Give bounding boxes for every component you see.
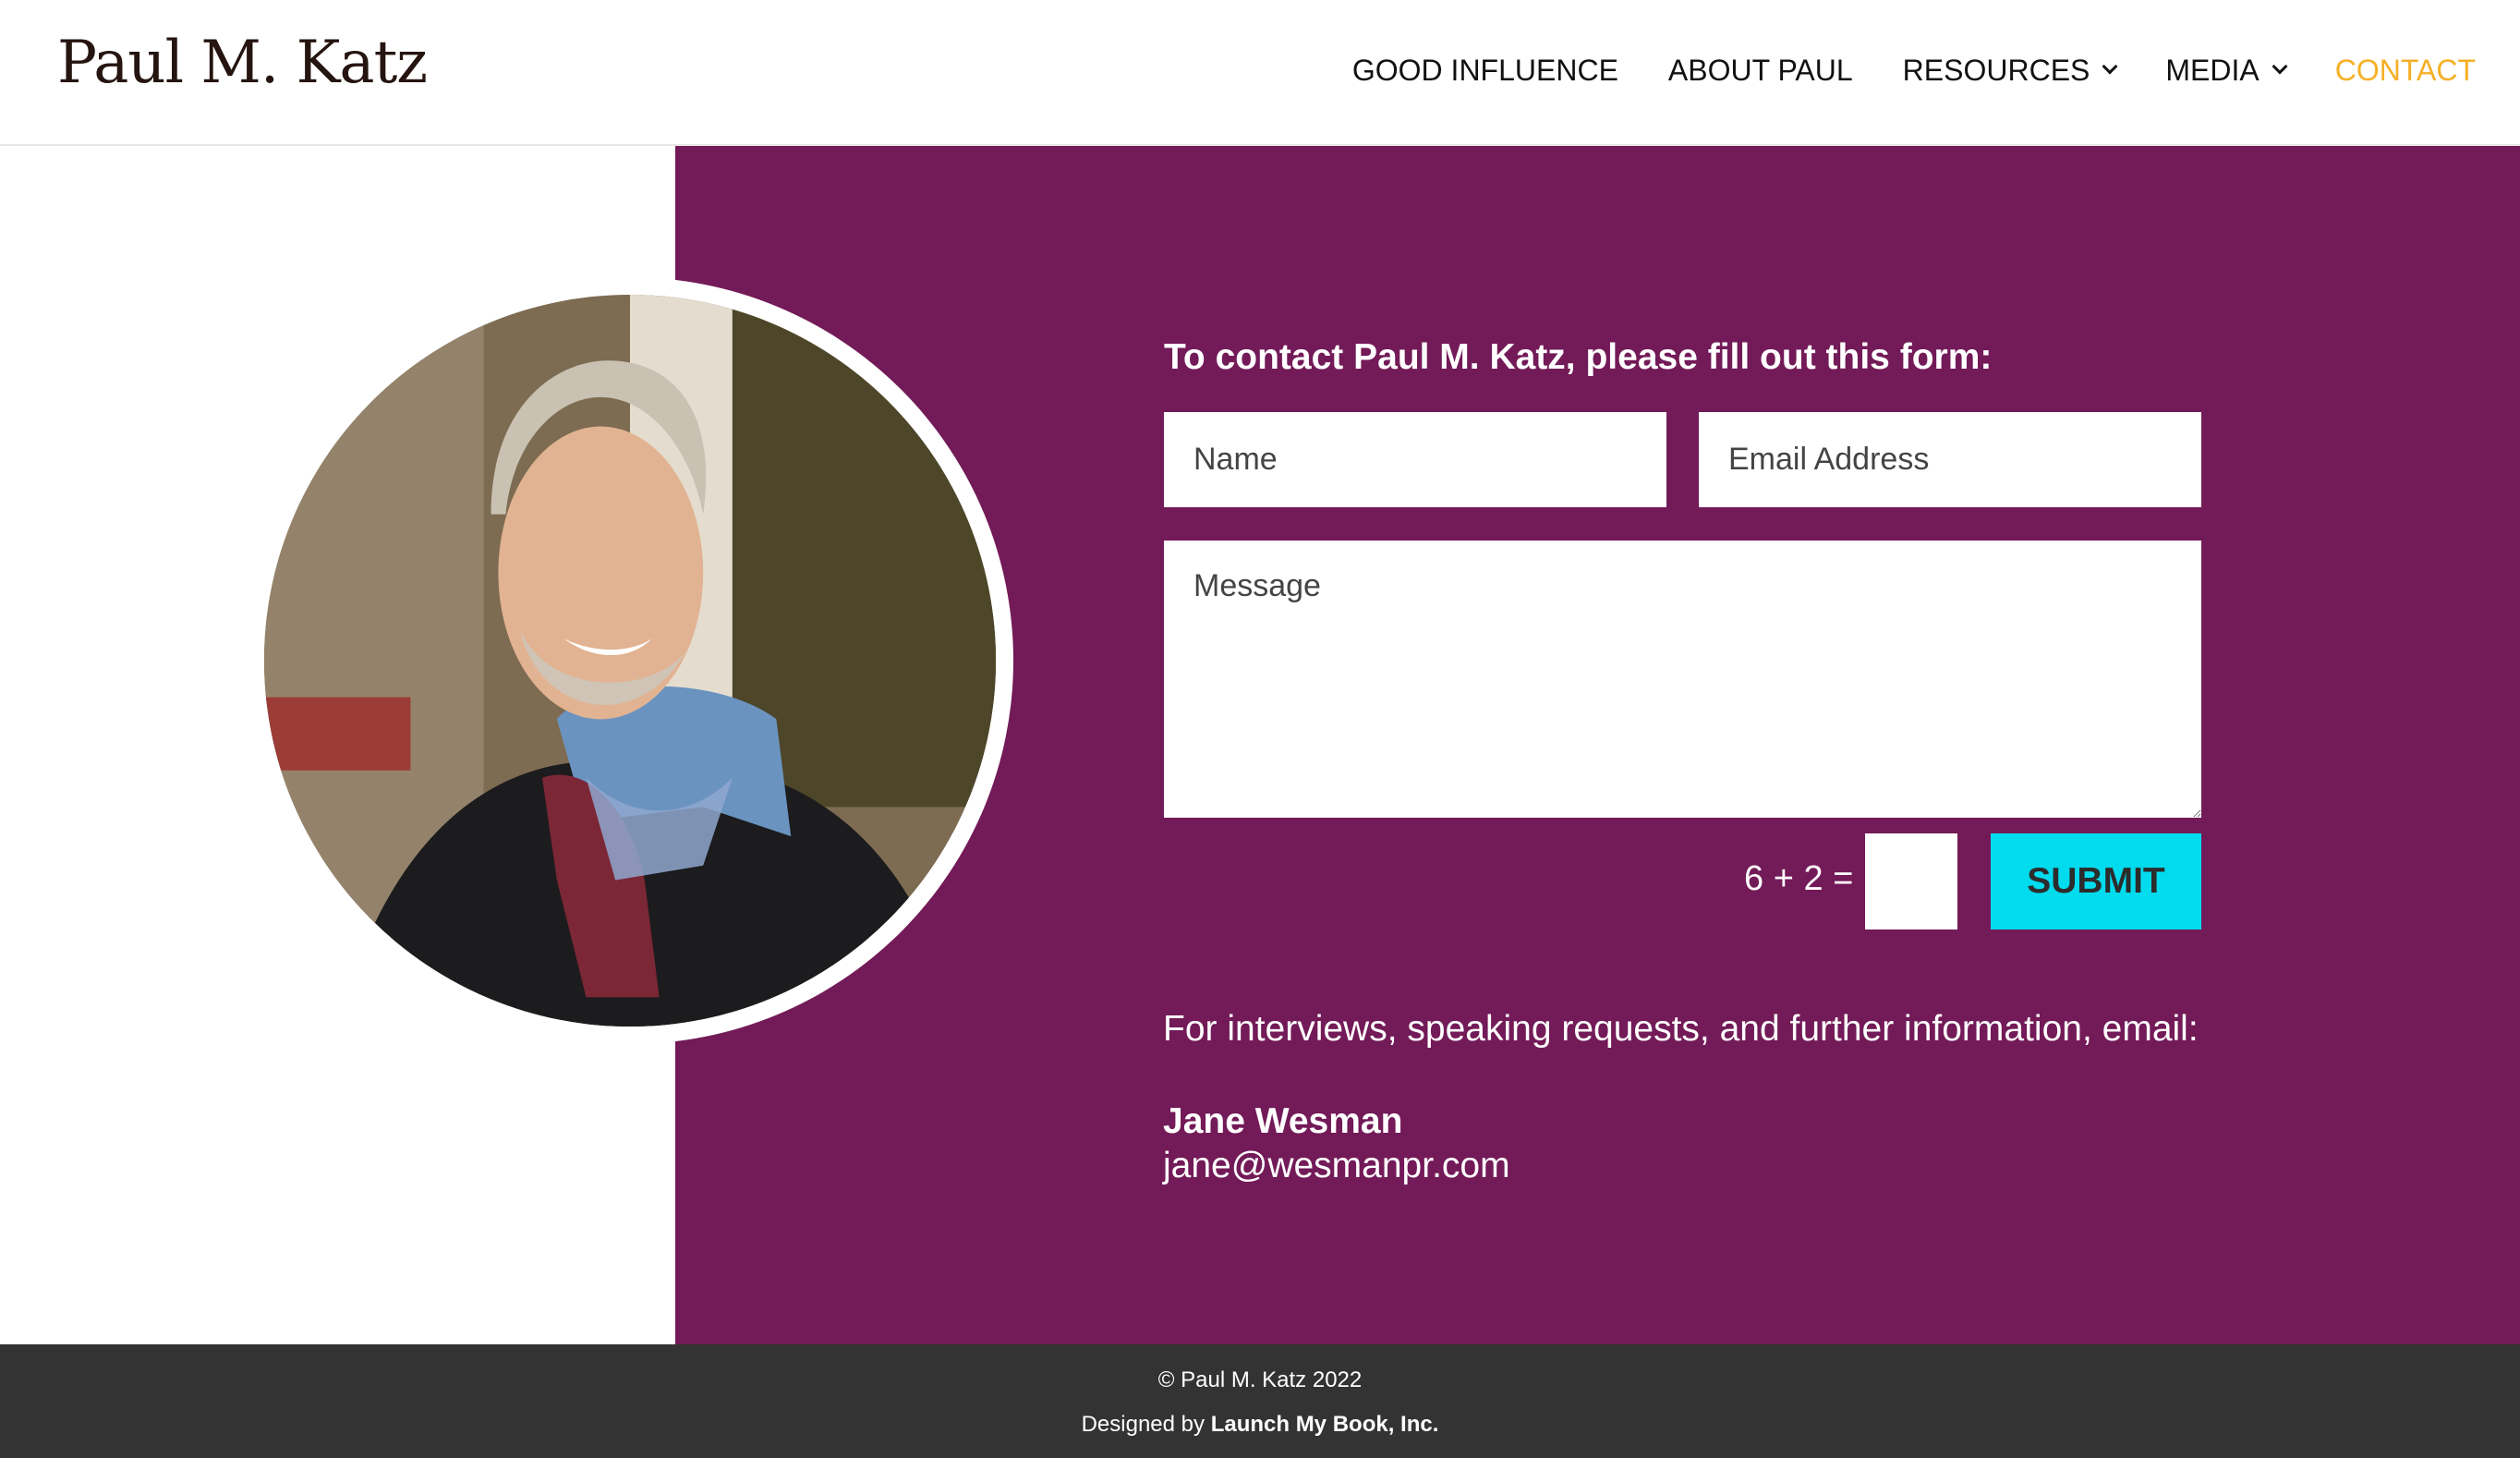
contact-email-link[interactable]: jane@wesmanpr.com <box>1163 1146 1510 1186</box>
nav-label: CONTACT <box>2334 53 2476 87</box>
nav-label: MEDIA <box>2165 53 2260 87</box>
nav-label: RESOURCES <box>1902 53 2090 87</box>
designed-by-prefix: Designed by <box>1081 1412 1211 1437</box>
portrait-illustration <box>264 295 996 1027</box>
nav-about-paul[interactable]: ABOUT PAUL <box>1668 54 1853 88</box>
site-footer: © Paul M. Katz 2022 Designed by Launch M… <box>0 1344 2520 1458</box>
designer-link[interactable]: Launch My Book, Inc. <box>1211 1412 1439 1437</box>
chevron-down-icon <box>2272 58 2288 75</box>
nav-contact[interactable]: CONTACT <box>2335 54 2476 88</box>
form-title: To contact Paul M. Katz, please fill out… <box>1164 337 1993 377</box>
email-input[interactable] <box>1699 412 2201 507</box>
copyright-text: © Paul M. Katz 2022 <box>1157 1367 1363 1392</box>
portrait-photo <box>264 295 996 1027</box>
nav-label: GOOD INFLUENCE <box>1351 53 1618 87</box>
captcha-question: 6 + 2 = <box>1744 859 1854 898</box>
message-textarea[interactable] <box>1164 541 2201 818</box>
nav-resources[interactable]: RESOURCES <box>1902 53 2118 88</box>
chevron-down-icon <box>2102 58 2118 75</box>
nav-label: ABOUT PAUL <box>1667 53 1853 87</box>
info-text: For interviews, speaking requests, and f… <box>1163 1009 2199 1049</box>
contact-name: Jane Wesman <box>1163 1101 1403 1141</box>
photo-face <box>498 426 704 720</box>
nav-media[interactable]: MEDIA <box>2165 53 2288 88</box>
photo-red-sign <box>264 697 411 771</box>
site-header: Paul M. Katz GOOD INFLUENCE ABOUT PAUL R… <box>0 0 2520 146</box>
captcha-input[interactable] <box>1865 833 1957 929</box>
main-nav: GOOD INFLUENCE ABOUT PAUL RESOURCES MEDI… <box>1352 52 2476 89</box>
designed-by-line: Designed by Launch My Book, Inc. <box>0 1412 2520 1438</box>
site-logo[interactable]: Paul M. Katz <box>57 28 428 92</box>
submit-button[interactable]: SUBMIT <box>1991 833 2201 929</box>
nav-good-influence[interactable]: GOOD INFLUENCE <box>1352 54 1618 88</box>
name-input[interactable] <box>1164 412 1666 507</box>
